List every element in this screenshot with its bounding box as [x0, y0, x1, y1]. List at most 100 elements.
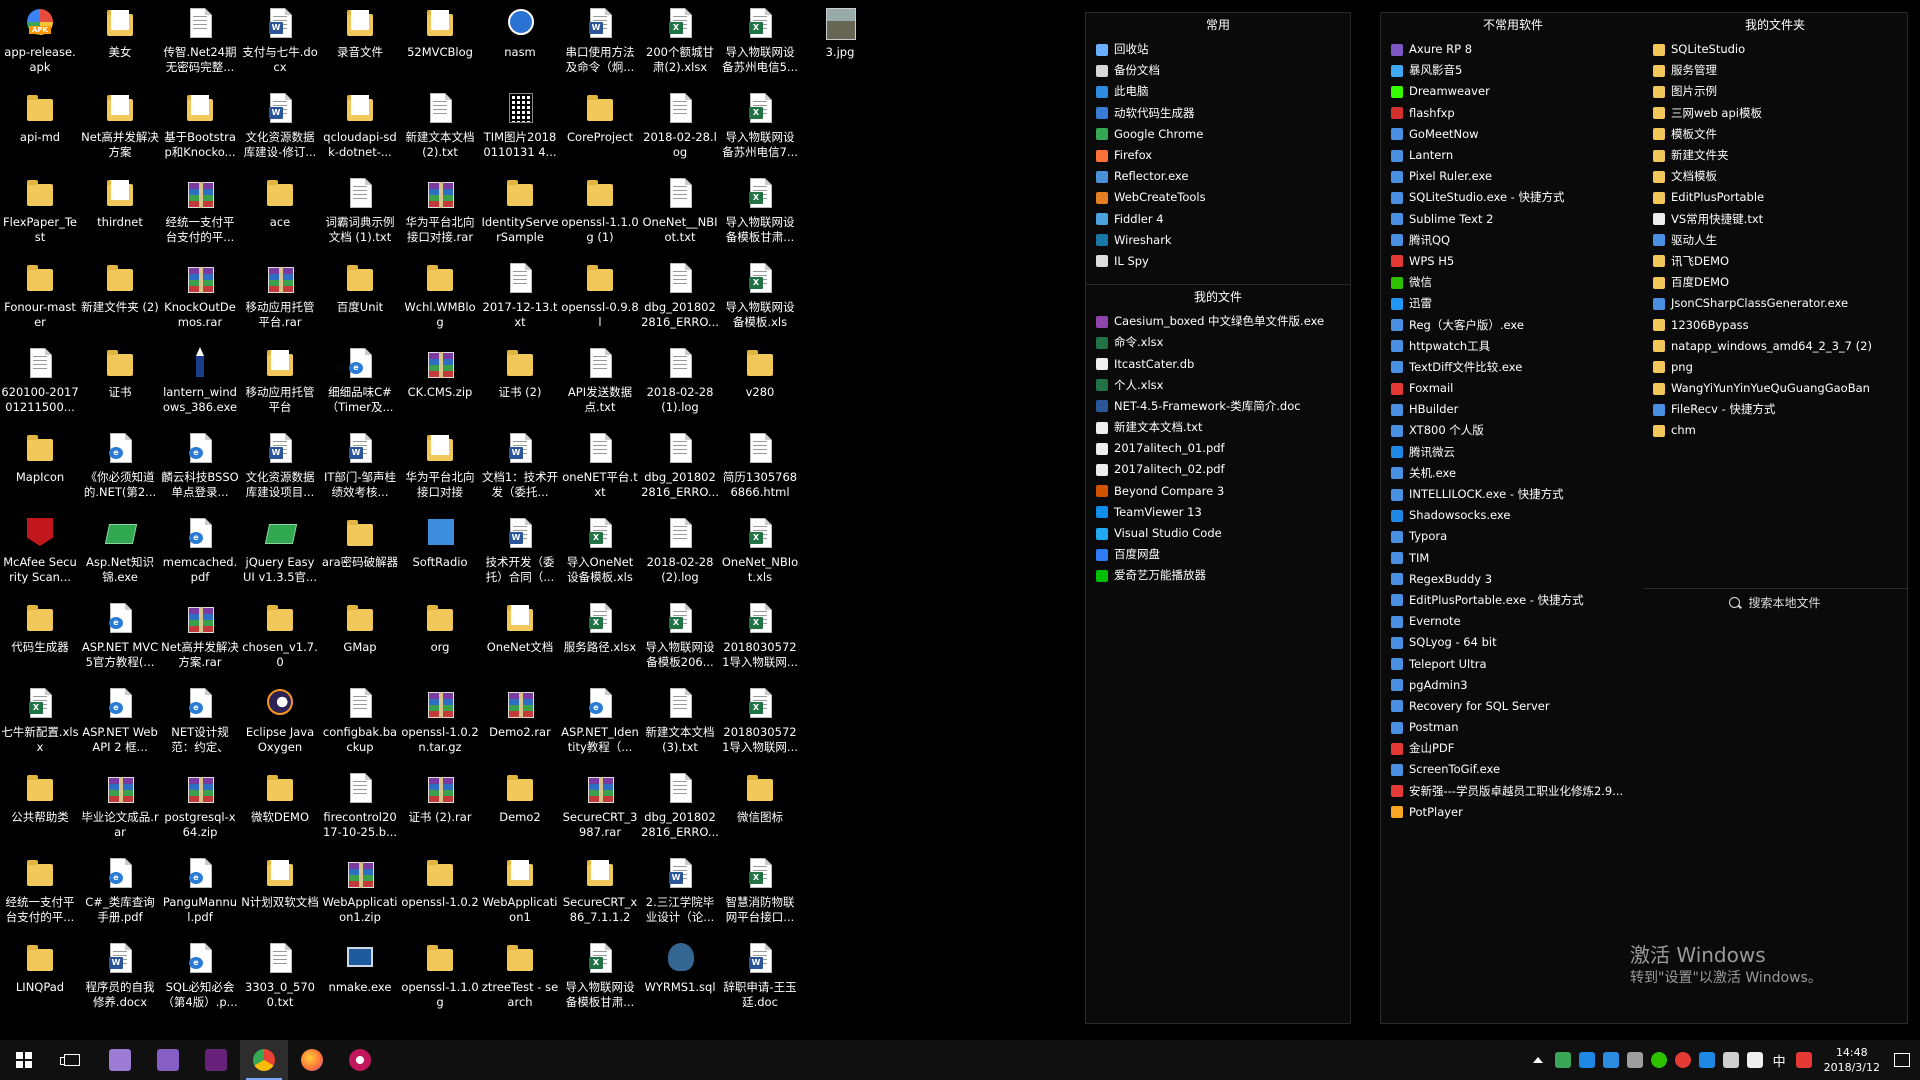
taskbar-app-tools[interactable] [96, 1040, 144, 1080]
desktop-icon[interactable]: 代码生成器 [0, 595, 80, 680]
desktop-icon[interactable]: 简历13057686866.html [720, 425, 800, 510]
desktop-icon[interactable]: e ASP.NET_Identity教程（... [560, 680, 640, 765]
software-item[interactable]: 腾讯QQ [1381, 230, 1645, 251]
myfiles-item[interactable]: 个人.xlsx [1086, 375, 1350, 396]
desktop-icon[interactable]: postgresql-x64.zip [160, 765, 240, 850]
desktop-icon[interactable]: 美女 [80, 0, 160, 85]
software-item[interactable]: XT800 个人版 [1381, 420, 1645, 441]
desktop-icon[interactable]: openssl-1.1.0g (1) [560, 170, 640, 255]
software-item[interactable]: WPS H5 [1381, 251, 1645, 272]
desktop-icon[interactable]: ztreeTest - search [480, 935, 560, 1020]
common-item[interactable]: Fiddler 4 [1086, 209, 1350, 230]
desktop-icon[interactable]: TIM图片20180110131 4... [480, 85, 560, 170]
search-local-files-button[interactable]: 搜索本地文件 [1643, 588, 1907, 615]
myfolder-item[interactable]: 服务管理 [1643, 60, 1907, 81]
software-item[interactable]: flashfxp [1381, 103, 1645, 124]
desktop-icon[interactable]: X 导入物联网设备模板.xls [720, 255, 800, 340]
myfiles-item[interactable]: Beyond Compare 3 [1086, 481, 1350, 502]
desktop-icon[interactable]: 证书 [80, 340, 160, 425]
desktop-icon[interactable]: OneNet__NBIot.txt [640, 170, 720, 255]
tray-app-icon[interactable] [1674, 1052, 1691, 1068]
desktop-icon[interactable]: W IT部门-邹声桂绩效考核... [320, 425, 400, 510]
volume-icon[interactable] [1722, 1052, 1739, 1068]
desktop-icon[interactable]: McAfee Security Scan... [0, 510, 80, 595]
desktop-icon[interactable]: e NET设计规范：约定、惯... [160, 680, 240, 765]
desktop-icon[interactable]: W 2.三江学院毕业设计（论... [640, 850, 720, 935]
desktop-icon[interactable]: 新建文本文档 (3).txt [640, 680, 720, 765]
software-item[interactable]: Sublime Text 2 [1381, 209, 1645, 230]
myfolder-item[interactable]: JsonCSharpClassGenerator.exe [1643, 293, 1907, 314]
taskbar-app-firefox[interactable] [288, 1040, 336, 1080]
desktop-icon[interactable]: 证书 (2) [480, 340, 560, 425]
myfolder-item[interactable]: natapp_windows_amd64_2_3_7 (2) [1643, 336, 1907, 357]
desktop-icon[interactable]: firecontrol2017-10-25.b... [320, 765, 400, 850]
desktop-icon[interactable]: Net高并发解决方案 [80, 85, 160, 170]
desktop-icon[interactable]: Fonour-master [0, 255, 80, 340]
desktop-icon[interactable]: 微信图标 [720, 765, 800, 850]
myfolder-item[interactable]: 新建文件夹 [1643, 145, 1907, 166]
desktop-icon[interactable]: Asp.Net知识锦.exe [80, 510, 160, 595]
software-item[interactable]: 微信 [1381, 272, 1645, 293]
clock[interactable]: 14:48 2018/3/12 [1824, 1045, 1880, 1075]
desktop-icon[interactable]: ace [240, 170, 320, 255]
taskbar-app-paint[interactable] [336, 1040, 384, 1080]
myfolder-item[interactable]: SQLiteStudio [1643, 39, 1907, 60]
software-item[interactable]: pgAdmin3 [1381, 675, 1645, 696]
wechat-icon[interactable] [1650, 1052, 1667, 1068]
desktop-icon[interactable]: e ASP.NET Web API 2 框... [80, 680, 160, 765]
myfiles-item[interactable]: Caesium_boxed 中文绿色单文件版.exe [1086, 311, 1350, 332]
desktop-icon[interactable]: e C#_类库查询手册.pdf [80, 850, 160, 935]
desktop-icon[interactable]: dbg_2018022816_ERRO... [640, 765, 720, 850]
desktop-icon[interactable]: nasm [480, 0, 560, 85]
desktop-icon[interactable]: e memcached.pdf [160, 510, 240, 595]
desktop-icon[interactable]: W 辞职申请-王玉廷.doc [720, 935, 800, 1020]
desktop-icon[interactable]: 3.jpg [800, 0, 880, 85]
software-item[interactable]: SQLiteStudio.exe - 快捷方式 [1381, 187, 1645, 208]
myfiles-item[interactable]: 2017alitech_01.pdf [1086, 438, 1350, 459]
tray-app-icon[interactable] [1698, 1052, 1715, 1068]
software-item[interactable]: RegexBuddy 3 [1381, 569, 1645, 590]
myfiles-item[interactable]: 命令.xlsx [1086, 332, 1350, 353]
desktop-icon[interactable]: SoftRadio [400, 510, 480, 595]
myfolder-item[interactable]: 文档模板 [1643, 166, 1907, 187]
desktop-icon[interactable]: CK.CMS.zip [400, 340, 480, 425]
desktop-icon[interactable]: W 支付与七牛.docx [240, 0, 320, 85]
common-item[interactable]: Firefox [1086, 145, 1350, 166]
common-item[interactable]: 回收站 [1086, 39, 1350, 60]
desktop-icon[interactable]: e ASP.NET MVC5官方教程(... [80, 595, 160, 680]
myfolder-item[interactable]: FileRecv - 快捷方式 [1643, 399, 1907, 420]
desktop-icon[interactable]: W 技术开发（委托）合同（... [480, 510, 560, 595]
taskbar-app-visual-studio-2[interactable] [192, 1040, 240, 1080]
desktop-icon[interactable]: X 智慧消防物联网平台接口... [720, 850, 800, 935]
common-item[interactable]: 备份文档 [1086, 60, 1350, 81]
ime-indicator[interactable]: 中 [1773, 1051, 1786, 1070]
desktop-icon[interactable]: dbg_2018022816_ERRO... [640, 425, 720, 510]
desktop-icon[interactable]: e 麟云科技BSSO单点登录... [160, 425, 240, 510]
software-item[interactable]: 安新强---学员版卓越员工职业化修炼2.9... [1381, 781, 1645, 802]
desktop-icon[interactable]: X OneNet_NBIot.xls [720, 510, 800, 595]
myfolder-item[interactable]: 图片示例 [1643, 81, 1907, 102]
software-item[interactable]: Foxmail [1381, 378, 1645, 399]
myfolder-item[interactable]: WangYiYunYinYueQuGuangGaoBan [1643, 378, 1907, 399]
myfolder-item[interactable]: VS常用快捷键.txt [1643, 209, 1907, 230]
myfolder-item[interactable]: 讯飞DEMO [1643, 251, 1907, 272]
software-item[interactable]: Pixel Ruler.exe [1381, 166, 1645, 187]
desktop-icon[interactable]: X 服务路径.xlsx [560, 595, 640, 680]
software-item[interactable]: Typora [1381, 526, 1645, 547]
desktop-icon[interactable]: dbg_2018022816_ERRO... [640, 255, 720, 340]
desktop-icon[interactable]: openssl-1.0.2 [400, 850, 480, 935]
desktop-icon[interactable]: ara密码破解器 [320, 510, 400, 595]
desktop-icon[interactable]: GMap [320, 595, 400, 680]
desktop-icon[interactable]: X 20180305721导入物联网... [720, 680, 800, 765]
myfolder-item[interactable]: EditPlusPortable [1643, 187, 1907, 208]
desktop-icon[interactable]: chosen_v1.7.0 [240, 595, 320, 680]
common-item[interactable]: Wireshark [1086, 230, 1350, 251]
desktop-icon[interactable]: Wchl.WMBlog [400, 255, 480, 340]
common-item[interactable]: 动软代码生成器 [1086, 103, 1350, 124]
desktop-icon[interactable]: OneNet文档 [480, 595, 560, 680]
desktop-icon[interactable]: 证书 (2).rar [400, 765, 480, 850]
taskbar-app-visual-studio[interactable] [144, 1040, 192, 1080]
desktop-icon[interactable]: X 导入物联网设备苏州电信5... [720, 0, 800, 85]
software-item[interactable]: Reg（大客户版）.exe [1381, 314, 1645, 335]
desktop-icon[interactable]: Net高并发解决方案.rar [160, 595, 240, 680]
